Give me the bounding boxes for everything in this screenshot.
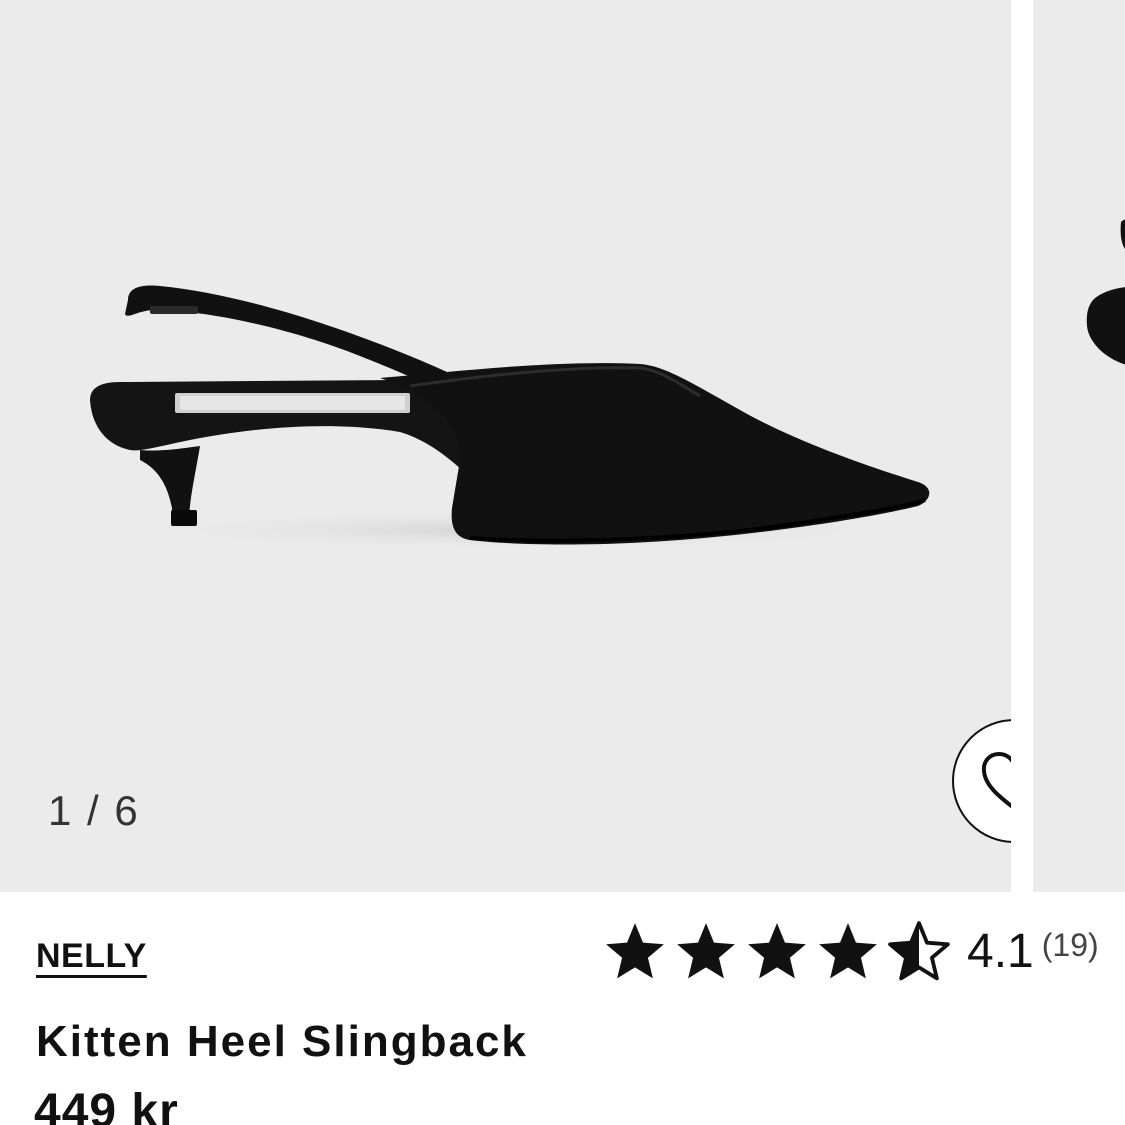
product-image-gallery[interactable]: 1 / 6 bbox=[0, 0, 1125, 892]
product-title: Kitten Heel Slingback bbox=[36, 1017, 528, 1066]
star-half-icon bbox=[888, 921, 950, 981]
product-price: 449 kr bbox=[34, 1085, 179, 1125]
product-page: 1 / 6 NELLY 4.1 (19) Kitten Heel Slingba… bbox=[0, 0, 1125, 1125]
product-image-next bbox=[1086, 219, 1125, 365]
gallery-slide-next[interactable] bbox=[1033, 0, 1125, 892]
rating-stars bbox=[602, 919, 957, 985]
image-counter: 1 / 6 bbox=[48, 787, 140, 834]
product-rating[interactable]: 4.1 (19) bbox=[602, 920, 1099, 984]
star-icon bbox=[606, 923, 664, 979]
brand-link[interactable]: NELLY bbox=[36, 934, 147, 978]
star-icon bbox=[748, 923, 806, 979]
star-icon bbox=[819, 923, 877, 979]
product-info: NELLY 4.1 (19) Kitten Heel Slingback 449… bbox=[0, 892, 1125, 1125]
heart-outline-icon bbox=[981, 752, 1011, 809]
rating-count: (19) bbox=[1041, 927, 1099, 963]
gallery-slide-current[interactable]: 1 / 6 bbox=[0, 0, 1011, 892]
product-image bbox=[90, 285, 950, 552]
star-icon bbox=[677, 923, 735, 979]
rating-value: 4.1 bbox=[967, 925, 1034, 978]
